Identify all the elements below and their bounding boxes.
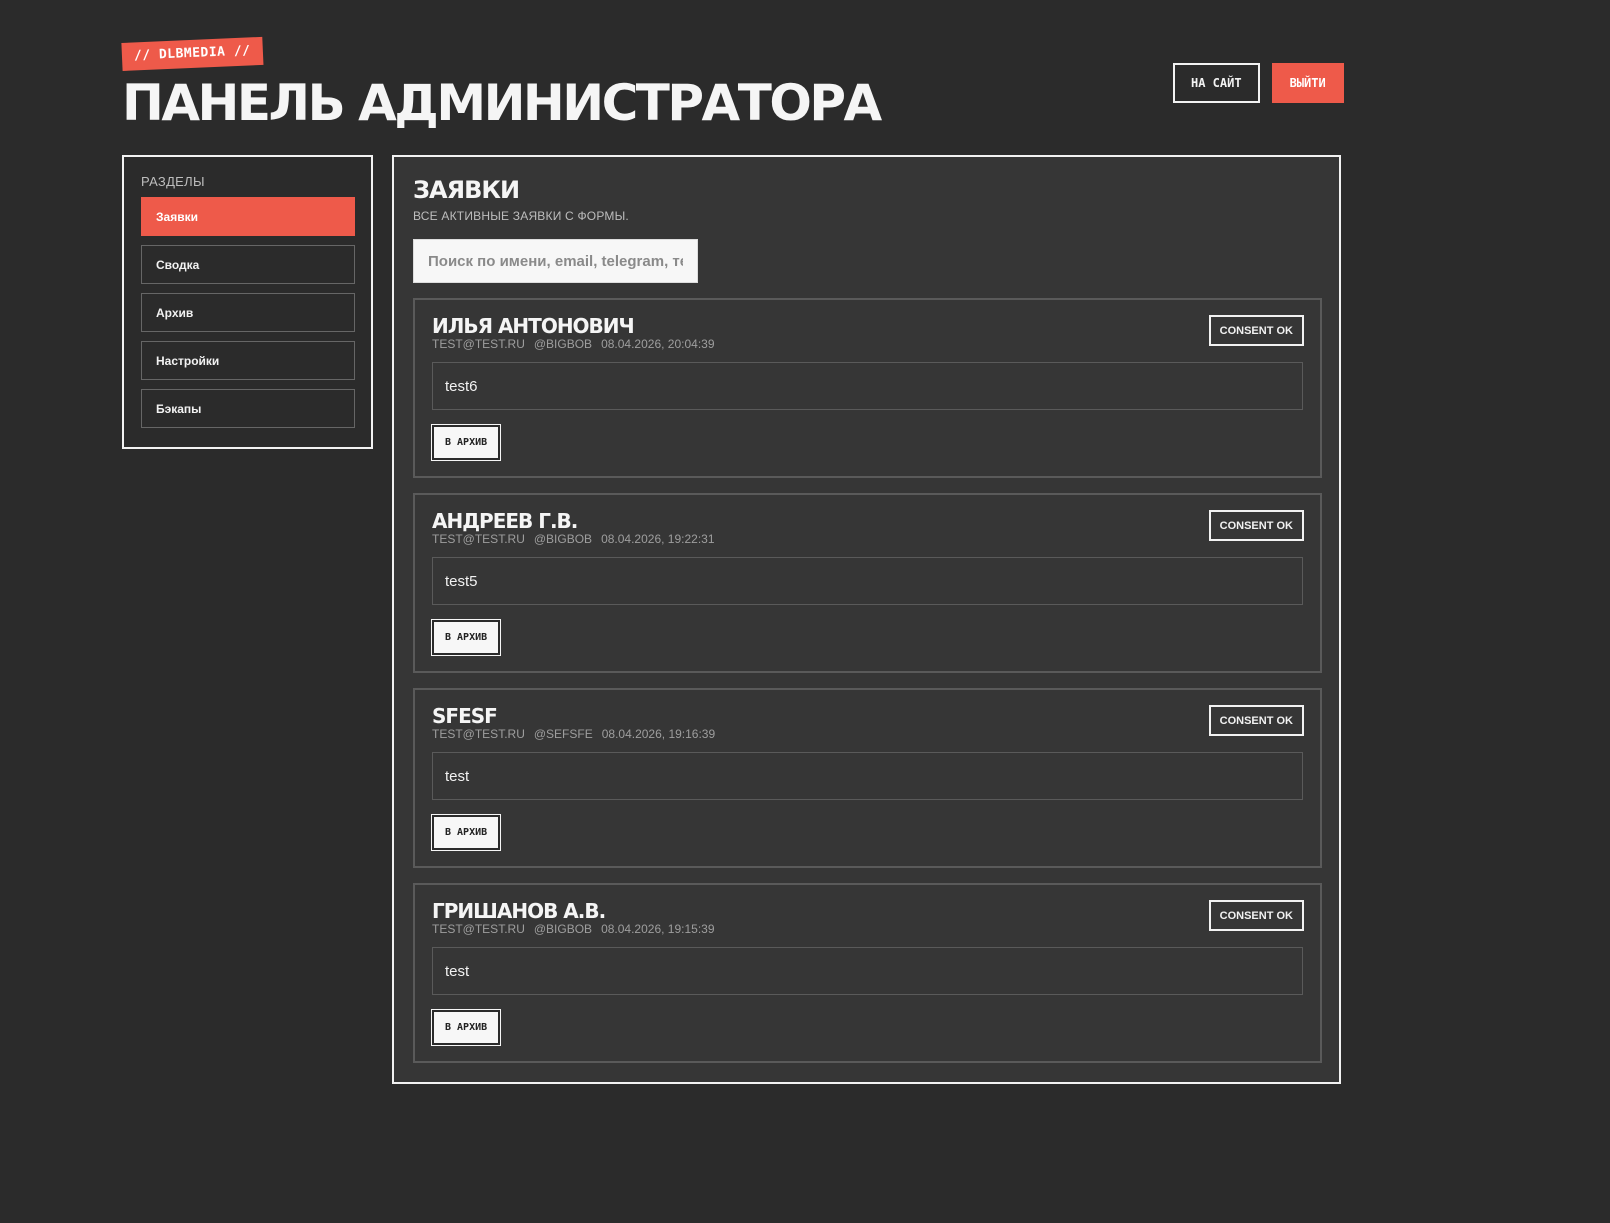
lead-message: test [432, 752, 1303, 800]
sidebar-item-summary[interactable]: Сводка [141, 245, 355, 284]
page-title: ПАНЕЛЬ АДМИНИСТРАТОРА [122, 74, 882, 132]
archive-button[interactable]: В АРХИВ [430, 1009, 502, 1046]
archive-button[interactable]: В АРХИВ [430, 814, 502, 851]
lead-date: 08.04.2026, 19:15:39 [601, 922, 715, 936]
lead-email: TEST@TEST.RU [432, 532, 525, 546]
consent-badge: CONSENT OK [1208, 510, 1304, 541]
sidebar-title: РАЗДЕЛЫ [141, 174, 205, 189]
lead-name: ГРИШАНОВ А.В. [432, 899, 606, 923]
requests-panel: ЗАЯВКИ ВСЕ АКТИВНЫЕ ЗАЯВКИ С ФОРМЫ. ИЛЬЯ… [392, 155, 1341, 1084]
sidebar-item-requests[interactable]: Заявки [141, 197, 355, 236]
lead-message: test5 [432, 557, 1303, 605]
lead-message: test [432, 947, 1303, 995]
lead-email: TEST@TEST.RU [432, 727, 525, 741]
leads-list: ИЛЬЯ АНТОНОВИЧ TEST@TEST.RU @BIGBOB 08.0… [413, 298, 1322, 1063]
lead-date: 08.04.2026, 19:22:31 [601, 532, 715, 546]
logout-button[interactable]: ВЫЙТИ [1271, 63, 1344, 103]
archive-button[interactable]: В АРХИВ [430, 424, 502, 461]
lead-name: ИЛЬЯ АНТОНОВИЧ [432, 314, 635, 338]
lead-message: test6 [432, 362, 1303, 410]
lead-telegram: @SEFSFE [533, 727, 593, 741]
lead-card: ГРИШАНОВ А.В. TEST@TEST.RU @BIGBOB 08.04… [413, 883, 1322, 1063]
lead-card: АНДРЕЕВ Г.В. TEST@TEST.RU @BIGBOB 08.04.… [413, 493, 1322, 673]
search-input[interactable] [413, 239, 698, 283]
consent-badge: CONSENT OK [1208, 705, 1304, 736]
go-to-site-button[interactable]: НА САЙТ [1173, 63, 1260, 103]
lead-name: АНДРЕЕВ Г.В. [432, 509, 578, 533]
lead-meta: TEST@TEST.RU @BIGBOB 08.04.2026, 20:04:3… [432, 337, 1303, 351]
lead-meta: TEST@TEST.RU @BIGBOB 08.04.2026, 19:15:3… [432, 922, 1303, 936]
consent-badge: CONSENT OK [1208, 900, 1304, 931]
consent-badge: CONSENT OK [1208, 315, 1304, 346]
sidebar-item-archive[interactable]: Архив [141, 293, 355, 332]
lead-email: TEST@TEST.RU [432, 922, 525, 936]
brand-tag: // DLBMEDIA // [121, 36, 264, 71]
sidebar-item-settings[interactable]: Настройки [141, 341, 355, 380]
lead-meta: TEST@TEST.RU @BIGBOB 08.04.2026, 19:22:3… [432, 532, 1303, 546]
sidebar-item-backups[interactable]: Бэкапы [141, 389, 355, 428]
lead-date: 08.04.2026, 20:04:39 [601, 337, 715, 351]
lead-card: ИЛЬЯ АНТОНОВИЧ TEST@TEST.RU @BIGBOB 08.0… [413, 298, 1322, 478]
archive-button[interactable]: В АРХИВ [430, 619, 502, 656]
section-title: ЗАЯВКИ [413, 176, 520, 204]
lead-telegram: @BIGBOB [533, 532, 593, 546]
lead-card: SFESF TEST@TEST.RU @SEFSFE 08.04.2026, 1… [413, 688, 1322, 868]
sidebar: РАЗДЕЛЫ Заявки Сводка Архив Настройки Бэ… [122, 155, 373, 449]
lead-name: SFESF [432, 704, 498, 728]
lead-date: 08.04.2026, 19:16:39 [601, 727, 716, 741]
lead-email: TEST@TEST.RU [432, 337, 525, 351]
lead-telegram: @BIGBOB [533, 337, 593, 351]
section-subtitle: ВСЕ АКТИВНЫЕ ЗАЯВКИ С ФОРМЫ. [413, 209, 629, 223]
lead-meta: TEST@TEST.RU @SEFSFE 08.04.2026, 19:16:3… [432, 727, 1303, 741]
header-actions: НА САЙТ ВЫЙТИ [1173, 63, 1344, 103]
lead-telegram: @BIGBOB [533, 922, 593, 936]
